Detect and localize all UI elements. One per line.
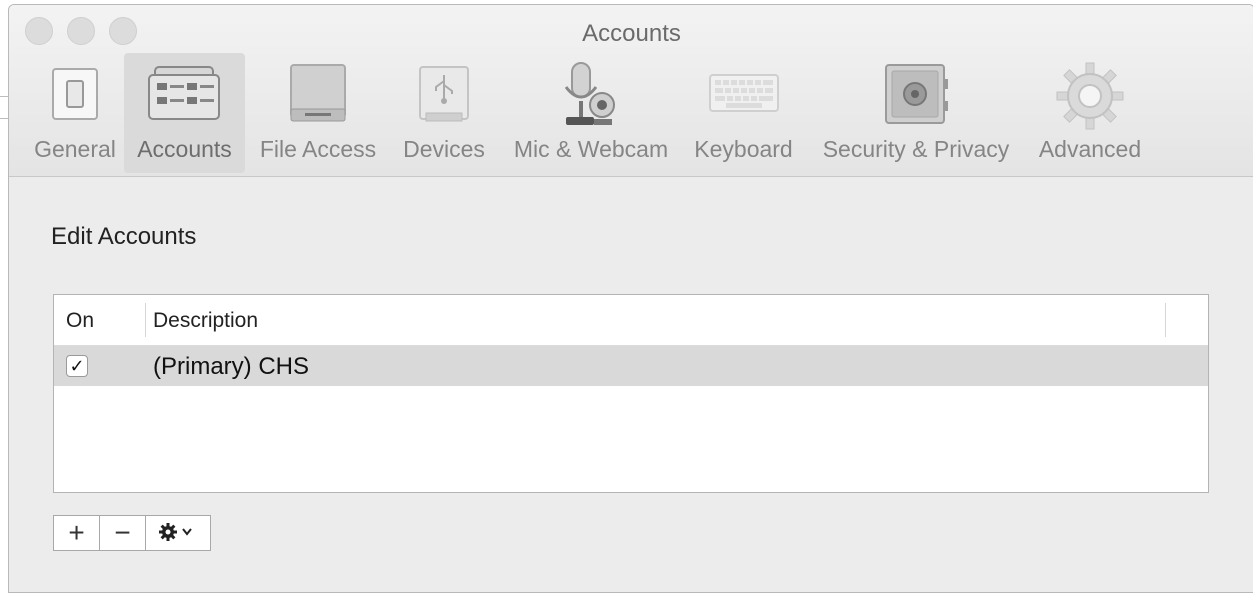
safe-icon	[880, 61, 952, 136]
account-enabled-checkbox[interactable]: ✓	[66, 355, 88, 377]
tab-label: Accounts	[137, 136, 232, 162]
table-row[interactable]: ✓ (Primary) CHS	[54, 346, 1208, 386]
tab-security-privacy[interactable]: Security & Privacy	[809, 53, 1023, 173]
table-header: On Description	[54, 295, 1208, 346]
mic-webcam-icon	[556, 61, 626, 136]
tab-general[interactable]: General	[21, 53, 129, 173]
gear-menu-icon	[158, 517, 198, 549]
accounts-table[interactable]: On Description ✓ (Primary) CHS	[53, 294, 1209, 493]
drive-icon	[283, 61, 353, 132]
column-divider	[145, 303, 146, 337]
tab-label: Devices	[403, 136, 485, 162]
remove-account-button[interactable]: −	[100, 516, 146, 550]
account-description: (Primary) CHS	[153, 353, 309, 380]
background-edge	[0, 96, 8, 97]
gear-icon	[1055, 61, 1125, 136]
tab-label: File Access	[259, 136, 377, 162]
preferences-window: Accounts General Accounts File Access De…	[8, 4, 1253, 593]
background-edge	[0, 118, 8, 119]
tab-label: General	[34, 136, 116, 162]
section-heading: Edit Accounts	[51, 223, 197, 250]
tab-label: Security & Privacy	[822, 136, 1010, 162]
tab-label: Advanced	[1038, 136, 1142, 162]
tab-keyboard[interactable]: Keyboard	[686, 53, 801, 173]
tab-label: Mic & Webcam	[513, 136, 669, 162]
column-divider	[1165, 303, 1166, 337]
tab-file-access[interactable]: File Access	[251, 53, 385, 173]
add-account-button[interactable]: +	[54, 516, 100, 550]
actions-menu-button[interactable]	[146, 516, 210, 550]
tab-devices[interactable]: Devices	[392, 53, 496, 173]
switch-icon	[45, 61, 105, 130]
tab-mic-webcam[interactable]: Mic & Webcam	[503, 53, 679, 173]
toolbar: Accounts General Accounts File Access De…	[9, 5, 1253, 177]
usb-icon	[412, 61, 476, 132]
window-title: Accounts	[582, 20, 681, 47]
column-header-on[interactable]: On	[66, 309, 94, 333]
table-button-bar: + −	[53, 515, 211, 551]
keyboard-icon	[706, 61, 782, 132]
tab-accounts[interactable]: Accounts	[124, 53, 245, 173]
tab-label: Keyboard	[694, 136, 793, 162]
accounts-icon	[145, 61, 225, 132]
column-header-description[interactable]: Description	[153, 309, 258, 333]
tab-advanced[interactable]: Advanced	[1031, 53, 1149, 173]
